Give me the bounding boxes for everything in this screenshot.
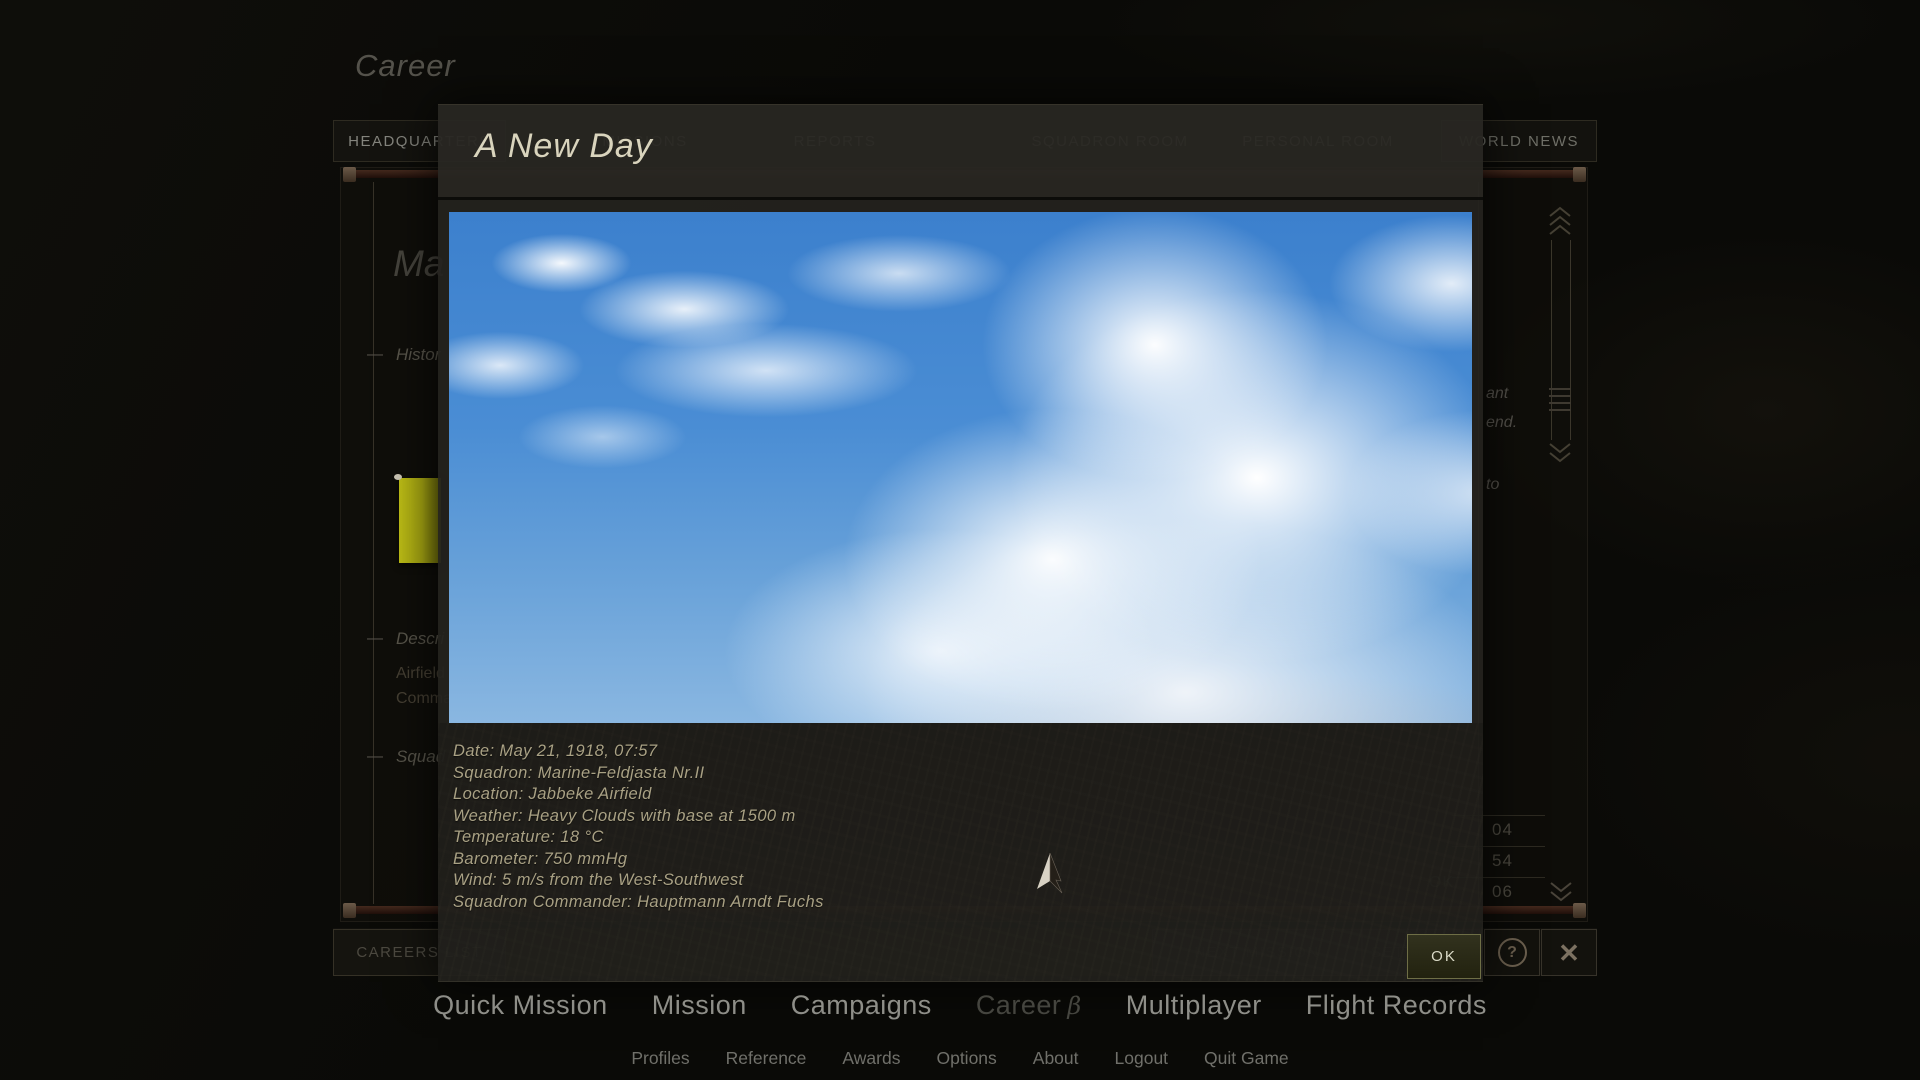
scrollbar-grip[interactable] xyxy=(1549,388,1571,414)
footer-awards[interactable]: Awards xyxy=(842,1048,900,1069)
text-fragment-to: to xyxy=(1486,476,1499,494)
rod-knob-top-left xyxy=(343,167,356,182)
career-screen: { "page": { "title": "Career", "top_nav"… xyxy=(0,0,1920,1080)
footer-about[interactable]: About xyxy=(1033,1048,1079,1069)
description-collapse-icon[interactable]: — xyxy=(367,630,383,648)
ok-button[interactable]: OK xyxy=(1407,934,1481,979)
squadron-flag-image xyxy=(399,478,441,563)
primary-nav: Quick Mission Mission Campaigns Careerβ … xyxy=(0,990,1920,1021)
nav-mission[interactable]: Mission xyxy=(652,990,747,1021)
scroll-down-icon[interactable] xyxy=(1548,440,1572,464)
list-scroll-down-icon[interactable] xyxy=(1548,878,1574,904)
footer-reference[interactable]: Reference xyxy=(726,1048,807,1069)
rod-knob-bottom-left xyxy=(343,903,356,918)
nav-career[interactable]: Careerβ xyxy=(976,990,1082,1021)
text-fragment-ant: ant xyxy=(1486,385,1508,403)
help-button[interactable]: ? xyxy=(1484,929,1540,976)
mouse-cursor xyxy=(1037,853,1071,901)
panel-left-rule xyxy=(373,182,374,904)
nav-flight-records[interactable]: Flight Records xyxy=(1306,990,1487,1021)
footer-quit-game[interactable]: Quit Game xyxy=(1204,1048,1289,1069)
nav-campaigns[interactable]: Campaigns xyxy=(791,990,932,1021)
briefing-wind: Wind: 5 m/s from the West-Southwest xyxy=(453,870,1213,892)
squadron-collapse-icon[interactable]: — xyxy=(367,748,383,766)
footer-logout[interactable]: Logout xyxy=(1115,1048,1169,1069)
weather-sky-image xyxy=(449,212,1472,723)
text-fragment-end: end. xyxy=(1486,414,1517,432)
help-icon: ? xyxy=(1498,938,1527,967)
footer-nav: Profiles Reference Awards Options About … xyxy=(0,1048,1920,1069)
footer-options[interactable]: Options xyxy=(936,1048,996,1069)
footer-profiles[interactable]: Profiles xyxy=(631,1048,689,1069)
flag-finial xyxy=(394,474,402,480)
scroll-up-icon[interactable] xyxy=(1548,206,1572,240)
briefing-barometer: Barometer: 750 mmHg xyxy=(453,849,1213,871)
history-section-label: Histor xyxy=(396,345,440,365)
briefing-text: Date: May 21, 1918, 07:57 Squadron: Mari… xyxy=(453,741,1213,913)
new-day-dialog: A New Day Date: May 21, 1918, 07:57 Squa… xyxy=(438,104,1483,982)
dialog-title: A New Day xyxy=(475,127,653,166)
squadron-title-fragment: Ma xyxy=(393,243,444,285)
nav-quick-mission[interactable]: Quick Mission xyxy=(433,990,608,1021)
description-section-label: Descri xyxy=(396,629,444,649)
briefing-location: Location: Jabbeke Airfield xyxy=(453,784,1213,806)
rod-knob-top-right xyxy=(1573,167,1586,182)
briefing-temperature: Temperature: 18 °C xyxy=(453,827,1213,849)
briefing-squadron: Squadron: Marine-Feldjasta Nr.II xyxy=(453,763,1213,785)
briefing-commander: Squadron Commander: Hauptmann Arndt Fuch… xyxy=(453,892,1213,914)
rod-knob-bottom-right xyxy=(1573,903,1586,918)
briefing-date: Date: May 21, 1918, 07:57 xyxy=(453,741,1213,763)
page-title: Career xyxy=(355,48,456,84)
beta-badge: β xyxy=(1067,992,1081,1020)
nav-multiplayer[interactable]: Multiplayer xyxy=(1126,990,1262,1021)
close-icon: ✕ xyxy=(1558,940,1580,966)
row-number-1: 04 xyxy=(1492,820,1513,840)
close-button[interactable]: ✕ xyxy=(1541,929,1597,976)
history-collapse-icon[interactable]: — xyxy=(367,346,383,364)
briefing-weather: Weather: Heavy Clouds with base at 1500 … xyxy=(453,806,1213,828)
row-number-2: 54 xyxy=(1492,851,1513,871)
row-number-3: 06 xyxy=(1492,882,1513,902)
